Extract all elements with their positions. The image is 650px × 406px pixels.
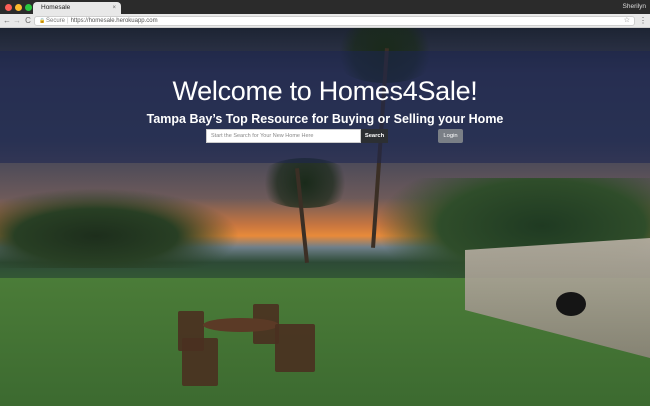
url-text: https://homesale.herokuapp.com [70,18,158,24]
tab-title: Homesale [41,4,71,11]
bookmark-star-icon[interactable]: ☆ [624,17,630,25]
lock-icon: 🔒 [39,18,46,24]
browser-tab[interactable]: Homesale × [33,2,121,14]
browser-toolbar: ← → C 🔒Secure | https://homesale.herokuapp… [0,14,650,28]
login-button[interactable]: Login [438,129,463,143]
home-search-input[interactable] [206,129,361,143]
patio-chair [182,338,218,386]
url-separator: | [67,18,69,24]
background-trees [0,188,240,268]
back-arrow-icon[interactable]: ← [2,15,12,26]
tab-close-icon[interactable]: × [112,2,116,14]
close-window-button[interactable] [5,4,12,11]
patio-table [203,318,279,332]
maximize-window-button[interactable] [25,4,32,11]
secure-label: Secure [46,18,66,24]
browser-menu-icon[interactable]: ⋮ [639,15,647,26]
hero-background: Welcome to Homes4Sale! Tampa Bay’s Top R… [0,28,650,406]
reload-icon[interactable]: C [23,15,33,26]
search-button[interactable]: Search [361,129,388,143]
profile-name[interactable]: Sherilyn [623,2,646,12]
forward-arrow-icon[interactable]: → [12,15,22,26]
hero-title: Welcome to Homes4Sale! [172,76,478,106]
bbq-grill [556,292,586,316]
patio-chair [275,324,315,372]
address-bar[interactable]: 🔒Secure | https://homesale.herokuapp.com ☆ [34,16,635,26]
minimize-window-button[interactable] [15,4,22,11]
browser-titlebar: Homesale × Sherilyn [0,0,650,14]
hero-overlay [0,51,650,163]
hero-subtitle: Tampa Bay’s Top Resource for Buying or S… [146,112,504,126]
palm-tree [255,158,355,208]
